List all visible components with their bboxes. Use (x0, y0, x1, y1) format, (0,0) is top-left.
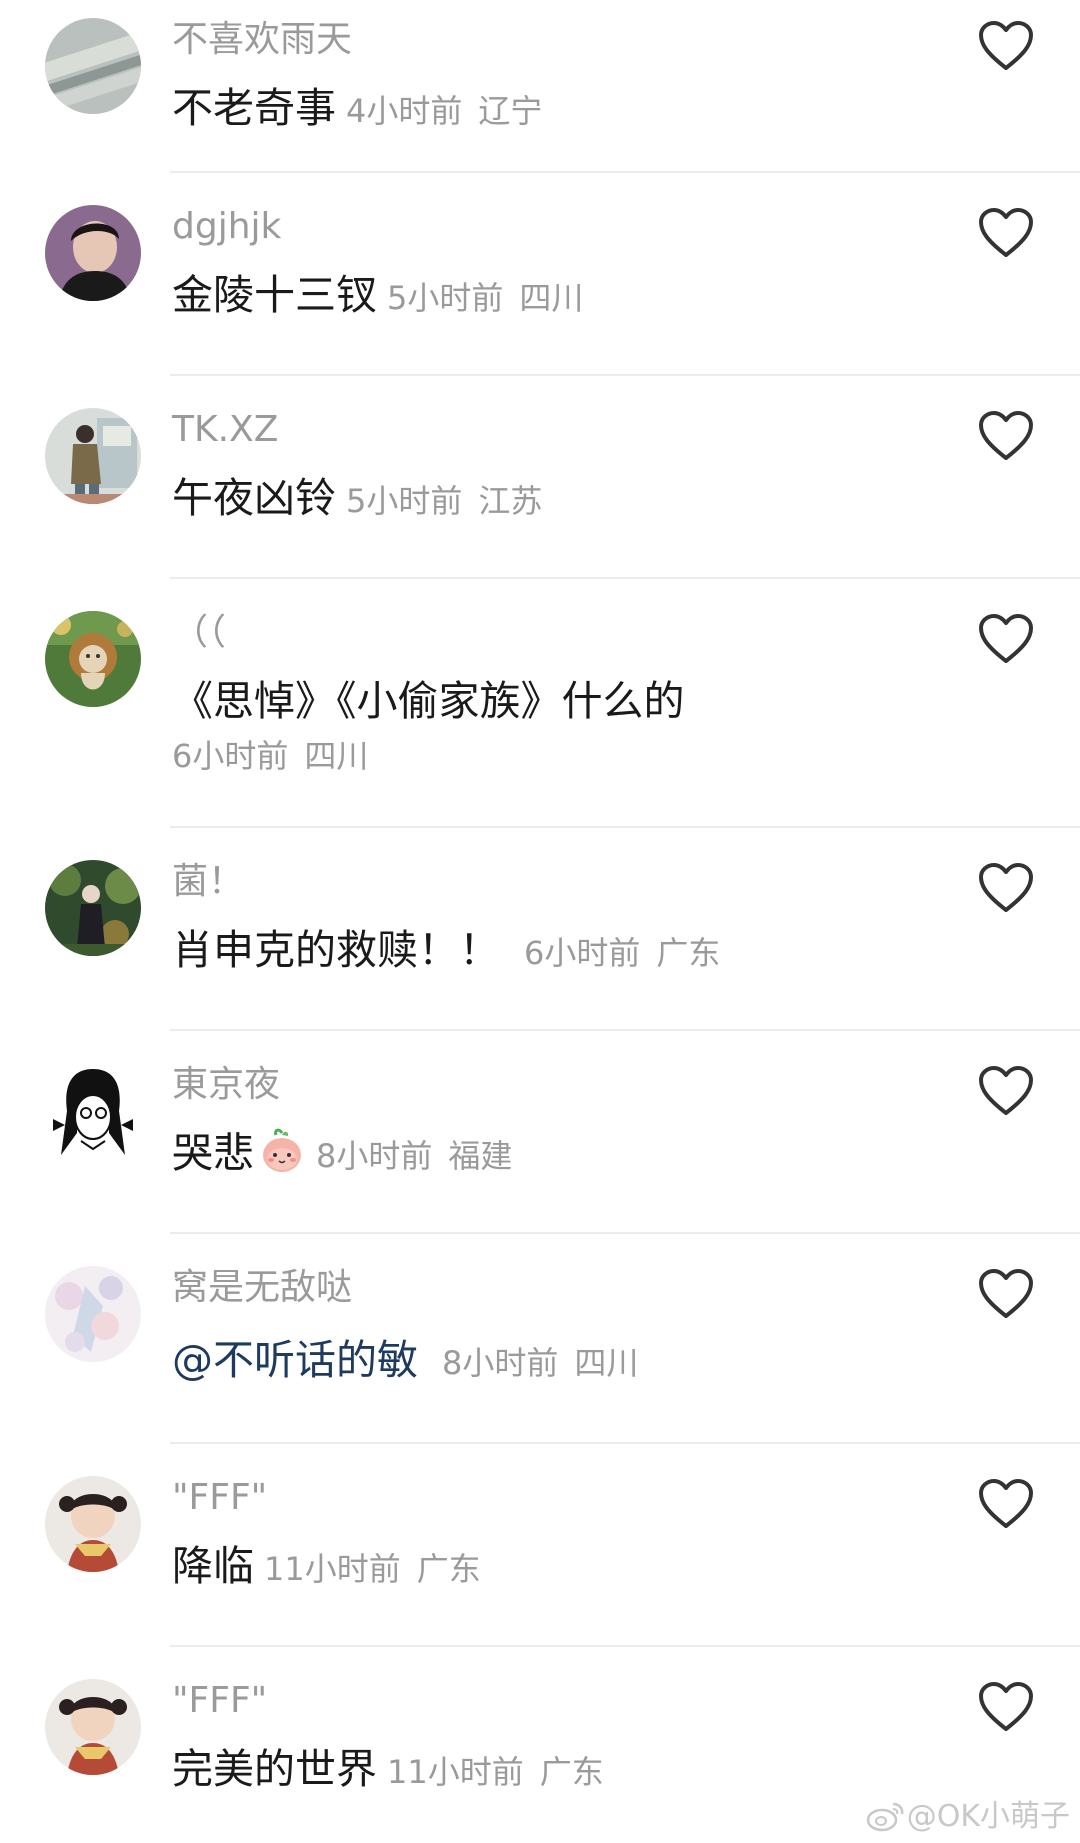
comment-username[interactable]: 東京夜 (172, 1063, 280, 1107)
comment-list: 不喜欢雨天 不老奇事4小时前辽宁 dgjhjk 金陵十三钗5小时前四川 (0, 0, 1080, 1837)
comment-mention-link[interactable]: @不听话的敏 (172, 1336, 418, 1384)
comment-meta: 8小时前 四川 (442, 1344, 638, 1382)
comment-body: @不听话的敏 8小时前 四川 (172, 1334, 638, 1395)
comment-location: 广东 (539, 1753, 604, 1791)
comment-username[interactable]: TK.XZ (172, 408, 278, 452)
comment-time: 8小时前 (316, 1137, 433, 1175)
comment-location: 江苏 (478, 482, 543, 520)
comment-time: 11小时前 (387, 1753, 524, 1791)
comment-meta: 11小时前 广东 (264, 1550, 481, 1588)
comment-time: 6小时前 (172, 737, 289, 775)
comment-item: （（ 《思悼》《小偷家族》什么的 6小时前 四川 (0, 579, 1080, 828)
like-heart-icon[interactable] (978, 862, 1034, 914)
comment-location: 广东 (656, 934, 721, 972)
like-heart-icon[interactable] (978, 1268, 1034, 1320)
comment-item: 窝是无敌哒 @不听话的敏 8小时前 四川 (0, 1234, 1080, 1444)
comment-meta: 6小时前 广东 (524, 934, 720, 972)
comment-username[interactable]: 菌！ (172, 860, 244, 904)
like-heart-icon[interactable] (978, 410, 1034, 462)
comment-location: 四川 (574, 1344, 639, 1382)
comment-meta: 5小时前 四川 (387, 279, 583, 317)
watermark-text: @OK小萌子 (906, 1799, 1070, 1834)
comment-location: 福建 (448, 1137, 513, 1175)
comment-username[interactable]: 窝是无敌哒 (172, 1266, 352, 1310)
comment-body: 不老奇事 4小时前 辽宁 (172, 82, 542, 143)
comment-username[interactable]: "FFF" (172, 1476, 267, 1520)
avatar[interactable] (45, 1679, 141, 1775)
avatar[interactable] (45, 1063, 141, 1159)
comment-body: 哭悲 8小时前 福建 (172, 1127, 512, 1188)
like-heart-icon[interactable] (978, 1065, 1034, 1117)
comment-body: 肖申克的救赎！！ 6小时前 广东 (172, 924, 720, 985)
comment-time: 6小时前 (524, 934, 641, 972)
avatar[interactable] (45, 1476, 141, 1572)
comment-item: TK.XZ 午夜凶铃 5小时前 江苏 (0, 376, 1080, 579)
comment-meta: 11小时前 广东 (387, 1753, 604, 1791)
comment-meta: 5小时前 江苏 (346, 482, 542, 520)
comment-text[interactable]: 哭悲 (172, 1129, 254, 1177)
comment-text[interactable]: 《思悼》《小偷家族》什么的 (172, 677, 685, 725)
comment-text[interactable]: 午夜凶铃 (172, 474, 336, 522)
avatar[interactable] (45, 611, 141, 707)
comment-location: 辽宁 (478, 92, 543, 130)
comment-meta: 8小时前 福建 (316, 1137, 512, 1175)
like-heart-icon[interactable] (978, 613, 1034, 665)
comment-username[interactable]: （（ (172, 611, 226, 655)
comment-text[interactable]: 金陵十三钗 (172, 271, 377, 319)
comment-meta: 6小时前 四川 (172, 731, 368, 777)
like-heart-icon[interactable] (978, 207, 1034, 259)
comment-item: 菌！ 肖申克的救赎！！ 6小时前 广东 (0, 828, 1080, 1031)
comment-username[interactable]: 不喜欢雨天 (172, 18, 352, 62)
like-heart-icon[interactable] (978, 1478, 1034, 1530)
comment-location: 四川 (519, 279, 584, 317)
comment-item: dgjhjk 金陵十三钗 5小时前 四川 (0, 173, 1080, 376)
comment-location: 广东 (416, 1550, 481, 1588)
comment-text[interactable]: 降临 (172, 1542, 254, 1590)
comment-time: 8小时前 (442, 1344, 559, 1382)
comment-username[interactable]: dgjhjk (172, 205, 281, 249)
comment-item: "FFF" 降临 11小时前 广东 (0, 1444, 1080, 1647)
peach-face-emoji-icon (258, 1127, 306, 1175)
comment-body: 金陵十三钗 5小时前 四川 (172, 269, 583, 330)
avatar[interactable] (45, 18, 141, 114)
comment-location: 四川 (304, 737, 369, 775)
comment-body: 午夜凶铃 5小时前 江苏 (172, 472, 542, 533)
comment-item: 不喜欢雨天 不老奇事 4小时前 辽宁 (0, 0, 1080, 173)
comment-body: 降临 11小时前 广东 (172, 1540, 481, 1601)
comment-body: 《思悼》《小偷家族》什么的 (172, 675, 685, 736)
like-heart-icon[interactable] (978, 20, 1034, 72)
comment-username[interactable]: "FFF" (172, 1679, 267, 1723)
avatar[interactable] (45, 1266, 141, 1362)
comment-time: 5小时前 (346, 482, 463, 520)
avatar[interactable] (45, 205, 141, 301)
comment-time: 11小时前 (264, 1550, 401, 1588)
watermark: @OK小萌子 (865, 1797, 1070, 1837)
comment-text[interactable]: 完美的世界 (172, 1745, 377, 1793)
comment-text[interactable]: 不老奇事 (172, 84, 336, 132)
comment-text[interactable]: 肖申克的救赎！！ (172, 926, 500, 974)
comment-time: 5小时前 (387, 279, 504, 317)
weibo-logo-icon (865, 1800, 905, 1832)
comment-time: 4小时前 (346, 92, 463, 130)
avatar[interactable] (45, 408, 141, 504)
comment-body: 完美的世界 11小时前 广东 (172, 1743, 604, 1804)
like-heart-icon[interactable] (978, 1681, 1034, 1733)
comment-item: 東京夜 哭悲 8小时前 福建 (0, 1031, 1080, 1234)
comment-meta: 4小时前 辽宁 (346, 92, 542, 130)
avatar[interactable] (45, 860, 141, 956)
